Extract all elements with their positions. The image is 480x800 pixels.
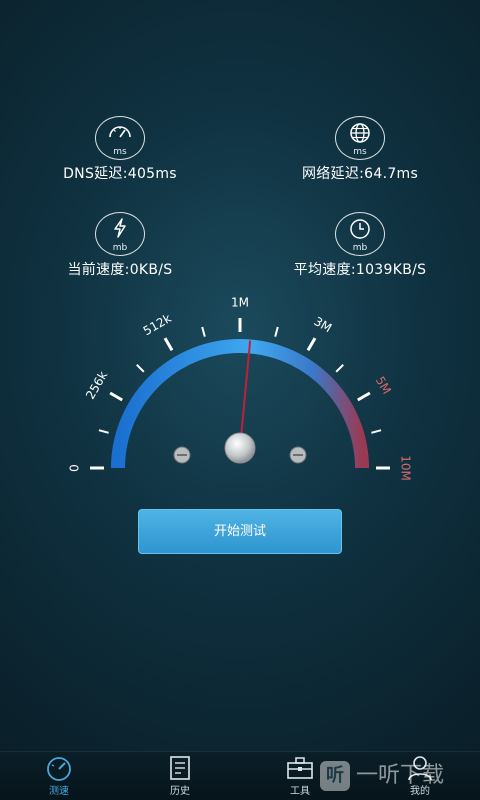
average-speed-text: 平均速度:1039KB/S	[293, 262, 427, 278]
dns-latency-unit: ms	[113, 147, 127, 157]
dns-latency-stat: ms DNS延迟:405ms	[20, 116, 220, 183]
dns-latency-text: DNS延迟:405ms	[63, 166, 177, 182]
gauge-tick	[306, 337, 317, 351]
gauge-label: 3M	[311, 314, 334, 335]
globe-icon	[350, 123, 370, 143]
gauge-tick	[109, 391, 123, 402]
document-icon	[170, 756, 190, 780]
gauge-label: 256k	[83, 369, 110, 402]
gauge-label: 512k	[141, 311, 174, 338]
network-latency-text: 网络延迟:64.7ms	[301, 166, 419, 182]
average-speed-badge: mb	[335, 212, 385, 256]
gauge-tick	[357, 391, 371, 402]
gauge-label: 5M	[373, 374, 394, 397]
tab-history[interactable]: 历史	[145, 755, 215, 797]
gauge-tick	[335, 364, 344, 373]
gauge-tick	[274, 326, 279, 337]
gauge-tick	[163, 337, 174, 351]
network-latency-stat: ms 网络延迟:64.7ms	[260, 116, 460, 183]
current-speed-text: 当前速度:0KB/S	[67, 262, 173, 278]
gauge-label: 10M	[399, 455, 413, 481]
current-speed-badge: mb	[95, 212, 145, 256]
gauge-tick	[98, 429, 109, 434]
tab-speed-test-label: 测速	[49, 786, 69, 797]
gauge-label: 1M	[231, 296, 249, 310]
current-speed-unit: mb	[112, 243, 128, 253]
clock-icon	[350, 219, 370, 239]
gauge-tick	[201, 326, 206, 337]
tab-history-label: 历史	[170, 786, 190, 797]
watermark-glyph: 听	[320, 761, 350, 791]
speedometer-icon	[109, 126, 131, 138]
toolbox-icon	[287, 757, 313, 779]
network-latency-badge: ms	[335, 116, 385, 160]
gauge-needle	[239, 340, 252, 449]
network-latency-unit: ms	[353, 147, 367, 157]
speed-gauge: 0 256k 512k 1M 3M 5M 10M	[68, 296, 413, 481]
speedometer-icon	[47, 757, 71, 781]
lightning-icon	[114, 218, 126, 238]
gauge-tick	[136, 364, 145, 373]
gauge-tick	[371, 429, 382, 434]
gauge-label: 0	[68, 464, 82, 472]
average-speed-stat: mb 平均速度:1039KB/S	[260, 212, 460, 279]
watermark-text: 一听下载	[356, 763, 445, 788]
right-screw-icon	[289, 446, 307, 464]
left-screw-icon	[173, 446, 191, 464]
start-test-button[interactable]: 开始测试	[138, 509, 342, 554]
gauge-hub	[224, 432, 256, 464]
watermark-logo: 听一听下载	[320, 754, 480, 798]
average-speed-unit: mb	[352, 243, 368, 253]
tab-speed-test[interactable]: 测速	[24, 755, 94, 797]
current-speed-stat: mb 当前速度:0KB/S	[20, 212, 220, 279]
dns-latency-badge: ms	[95, 116, 145, 160]
